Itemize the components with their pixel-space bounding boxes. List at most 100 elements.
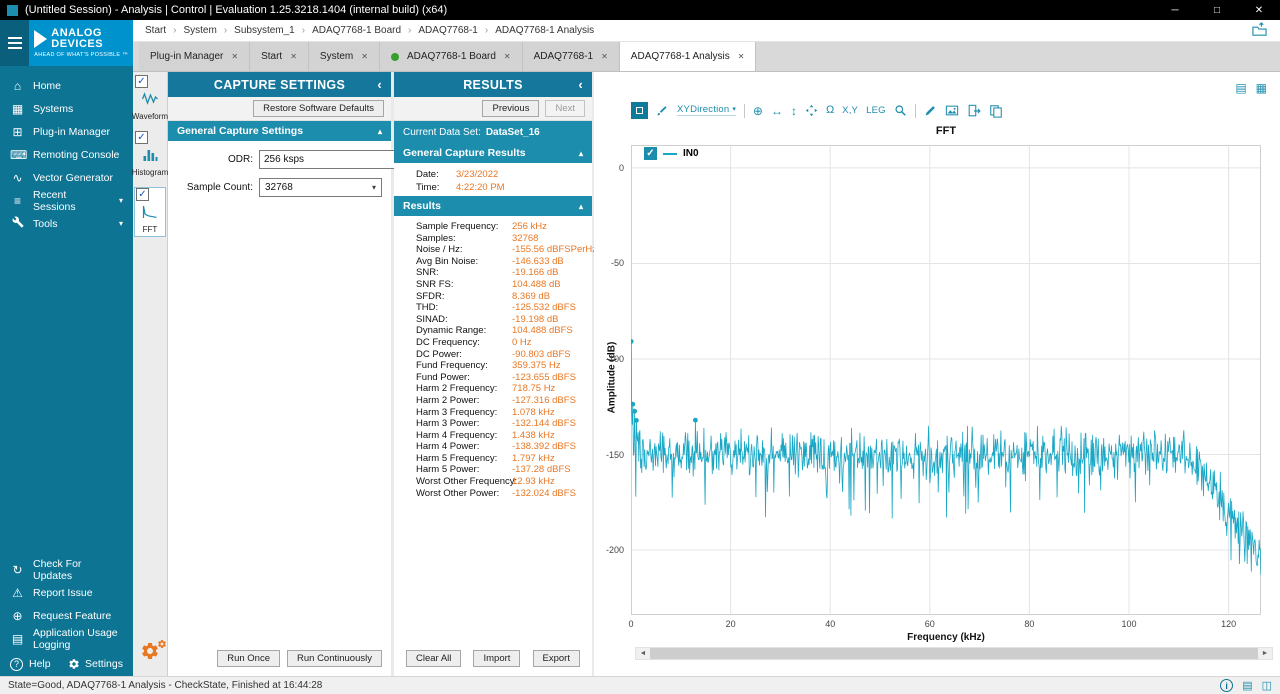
tab-label: ADAQ7768-1: [534, 51, 593, 62]
magnet-snap-icon[interactable]: Ω: [826, 105, 834, 116]
pointer-tool-button[interactable]: [631, 102, 648, 119]
result-row: Fund Frequency:359.375 Hz: [394, 360, 588, 372]
hamburger-menu-icon[interactable]: [0, 20, 29, 66]
horizontal-zoom-icon[interactable]: ↔: [771, 105, 783, 117]
result-row: Harm 2 Frequency:718.75 Hz: [394, 383, 588, 395]
sample-count-label: Sample Count:: [177, 182, 259, 193]
tab-device[interactable]: ADAQ7768-1 ✕: [523, 42, 620, 71]
results-table: Sample Frequency:256 kHz Samples:32768 N…: [394, 216, 592, 501]
breadcrumb-device[interactable]: ADAQ7768-1: [401, 25, 478, 36]
general-capture-settings-header[interactable]: General Capture Settings ▴: [168, 121, 391, 141]
sidebar-item-request-feature[interactable]: ⊕ Request Feature: [0, 604, 133, 627]
result-row: THD:-125.532 dBFS: [394, 302, 588, 314]
sidebar-item-tools[interactable]: Tools ▾: [0, 212, 133, 235]
tab-start[interactable]: Start ✕: [250, 42, 309, 71]
sample-count-select[interactable]: 32768 ▾: [259, 178, 382, 197]
tab-system[interactable]: System ✕: [309, 42, 380, 71]
previous-button[interactable]: Previous: [482, 100, 539, 117]
waveform-checkbox[interactable]: ✓: [135, 75, 148, 88]
close-icon[interactable]: ✕: [290, 52, 297, 61]
tab-analysis[interactable]: ADAQ7768-1 Analysis ✕: [620, 42, 757, 71]
crosshair-tool-icon[interactable]: ⊕: [753, 105, 763, 117]
event-log-icon[interactable]: ▤: [1242, 679, 1252, 692]
sidebar-item-settings[interactable]: Settings: [68, 658, 123, 670]
fft-view-label: FFT: [143, 225, 158, 234]
save-image-icon[interactable]: [945, 104, 959, 117]
tab-board[interactable]: ADAQ7768-1 Board ✕: [380, 42, 523, 71]
sidebar-item-systems[interactable]: ▦ Systems: [0, 97, 133, 120]
breadcrumb-analysis[interactable]: ADAQ7768-1 Analysis: [478, 25, 594, 36]
restore-defaults-button[interactable]: Restore Software Defaults: [253, 100, 384, 117]
close-icon[interactable]: ✕: [601, 52, 608, 61]
sidebar-item-check-for-updates[interactable]: ↻ Check For Updates: [0, 558, 133, 581]
result-row: Harm 3 Power:-132.144 dBFS: [394, 418, 588, 430]
import-button[interactable]: Import: [473, 650, 520, 667]
copy-chart-icon[interactable]: [989, 104, 1003, 118]
annotate-pencil-icon[interactable]: [924, 104, 937, 117]
dock-panel-icon[interactable]: ▤: [1235, 81, 1246, 95]
chart-horizontal-scrollbar[interactable]: ◄ ►: [635, 647, 1273, 660]
clear-all-button[interactable]: Clear All: [406, 650, 461, 667]
general-capture-results-header[interactable]: General Capture Results ▴: [394, 143, 592, 163]
chevron-down-icon: ▾: [732, 106, 736, 113]
close-icon[interactable]: ✕: [738, 52, 745, 61]
home-icon: ⌂: [10, 79, 25, 93]
zoom-tool-icon[interactable]: [894, 104, 907, 117]
close-icon[interactable]: ✕: [504, 52, 511, 61]
next-button[interactable]: Next: [545, 100, 585, 117]
layout-toggle-icon[interactable]: ◫: [1262, 679, 1272, 692]
x-axis-label: Frequency (kHz): [631, 632, 1261, 643]
histogram-view-tile[interactable]: ✓ Histogram: [134, 131, 166, 179]
collapse-panel-icon[interactable]: ‹: [578, 78, 583, 91]
sidebar-item-recent-sessions[interactable]: ≡ Recent Sessions ▾: [0, 189, 133, 212]
fft-plot[interactable]: [631, 145, 1261, 615]
xy-direction-select[interactable]: XYDirection ▾: [677, 105, 736, 117]
xy-values-tool[interactable]: X,Y: [842, 106, 858, 116]
results-section-header[interactable]: Results ▴: [394, 196, 592, 216]
minimize-button[interactable]: ─: [1154, 0, 1196, 20]
collapse-panel-icon[interactable]: ‹: [377, 78, 382, 91]
scroll-right-icon[interactable]: ►: [1258, 648, 1272, 659]
breadcrumb-board[interactable]: ADAQ7768-1 Board: [295, 25, 401, 36]
close-icon[interactable]: ✕: [361, 52, 368, 61]
breadcrumb-start[interactable]: Start: [145, 25, 166, 36]
breadcrumb-system[interactable]: System: [166, 25, 217, 36]
waveform-view-tile[interactable]: ✓ Waveform: [134, 75, 166, 123]
run-continuously-button[interactable]: Run Continuously: [287, 650, 382, 667]
info-icon[interactable]: i: [1220, 679, 1233, 692]
export-data-icon[interactable]: [967, 104, 981, 118]
sidebar-item-help[interactable]: Help: [29, 658, 51, 670]
close-icon[interactable]: ✕: [231, 52, 238, 61]
tab-plugin-manager[interactable]: Plug-in Manager ✕: [139, 42, 250, 71]
brush-tool-icon[interactable]: [656, 104, 669, 117]
sidebar-item-label: Systems: [33, 103, 73, 115]
export-button[interactable]: Export: [533, 650, 580, 667]
sidebar-item-label: Request Feature: [33, 610, 111, 622]
histogram-checkbox[interactable]: ✓: [135, 131, 148, 144]
adi-logo: ANALOG DEVICES AHEAD OF WHAT'S POSSIBLE …: [29, 20, 133, 66]
sidebar-item-report-issue[interactable]: ⚠ Report Issue: [0, 581, 133, 604]
legend-toggle-tool[interactable]: LEG: [866, 106, 886, 116]
fft-view-tile[interactable]: ✓ FFT: [134, 187, 166, 237]
sidebar-item-remoting-console[interactable]: ⌨ Remoting Console: [0, 143, 133, 166]
sidebar-item-home[interactable]: ⌂ Home: [0, 74, 133, 97]
close-button[interactable]: ✕: [1238, 0, 1280, 20]
series-in0-checkbox[interactable]: ✓: [644, 147, 657, 160]
scrollbar-thumb[interactable]: [650, 648, 1258, 659]
date-label: Date:: [416, 168, 456, 181]
fft-checkbox[interactable]: ✓: [136, 188, 149, 201]
sidebar-item-plugin-manager[interactable]: ⊞ Plug-in Manager: [0, 120, 133, 143]
maximize-button[interactable]: □: [1196, 0, 1238, 20]
grid-layout-icon[interactable]: ▦: [1256, 81, 1267, 95]
fit-view-icon[interactable]: [805, 104, 818, 117]
sidebar-item-vector-generator[interactable]: ∿ Vector Generator: [0, 166, 133, 189]
session-export-icon[interactable]: [1251, 22, 1268, 40]
odr-input[interactable]: [259, 150, 401, 169]
odr-label: ODR:: [177, 154, 259, 165]
vertical-zoom-icon[interactable]: ↕: [791, 105, 797, 117]
scroll-left-icon[interactable]: ◄: [636, 648, 650, 659]
sidebar-item-usage-logging[interactable]: ▤ Application Usage Logging: [0, 627, 133, 650]
breadcrumb-subsystem[interactable]: Subsystem_1: [217, 25, 295, 36]
analysis-settings-gear-icon[interactable]: [140, 641, 160, 666]
run-once-button[interactable]: Run Once: [217, 650, 280, 667]
